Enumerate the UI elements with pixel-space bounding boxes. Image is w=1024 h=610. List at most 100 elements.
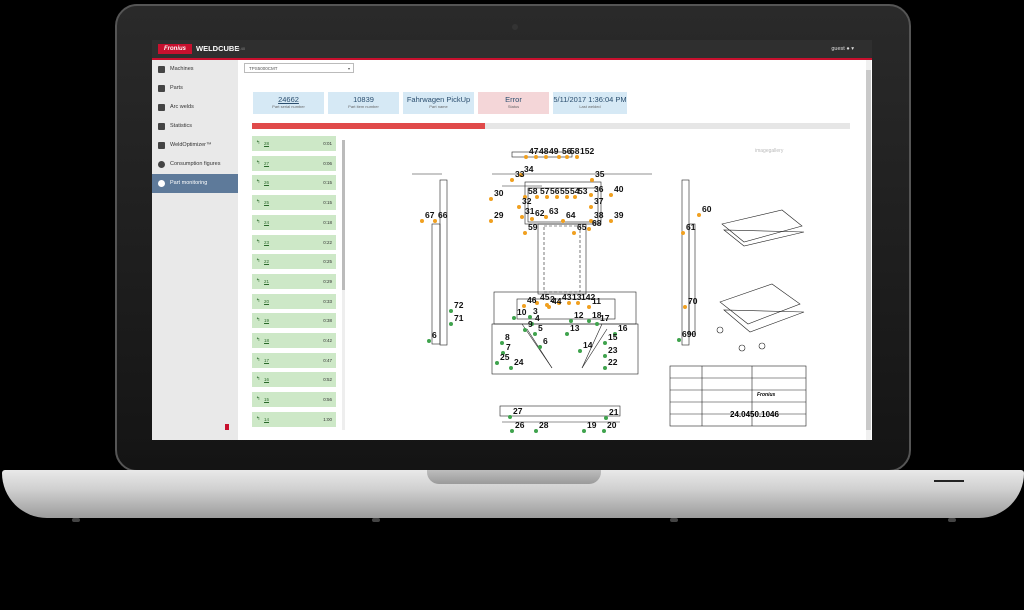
seam-row[interactable]: ↰ 27 0:06 [252,155,336,171]
part-serial-card[interactable]: 24662 Part serial number [253,92,324,114]
seam-id-link[interactable]: 28 [264,141,269,146]
weld-marker[interactable] [603,354,607,358]
weld-label[interactable]: 690 [682,329,696,339]
seam-id-link[interactable]: 22 [264,259,269,264]
weld-label[interactable]: 24 [514,357,524,367]
weld-label[interactable]: 47 [529,146,539,156]
weld-marker[interactable] [500,341,504,345]
weld-label[interactable]: 70 [688,296,698,306]
seam-id-link[interactable]: 26 [264,180,269,185]
seam-row[interactable]: ↰ 20 0:33 [252,293,336,309]
seam-id-link[interactable]: 17 [264,358,269,363]
scrollbar-thumb[interactable] [342,140,345,290]
weld-label[interactable]: 23 [608,345,618,355]
weld-label[interactable]: 22 [608,357,618,367]
weld-label[interactable]: 10 [517,307,527,317]
weld-label[interactable]: 64 [566,210,576,220]
seam-row[interactable]: ↰ 18 0:42 [252,333,336,348]
weld-marker[interactable] [517,205,521,209]
seam-id-link[interactable]: 14 [264,417,269,422]
weld-label[interactable]: 28 [539,420,549,430]
weld-label[interactable]: 63 [549,206,559,216]
weld-marker[interactable] [520,215,524,219]
weld-label[interactable]: 19 [587,420,597,430]
weld-label[interactable]: 27 [513,406,523,416]
seam-list-scrollbar[interactable] [342,140,345,430]
seam-row[interactable]: ↰ 15 0:56 [252,392,336,408]
weld-label[interactable]: 5 [538,323,543,333]
seam-row[interactable]: ↰ 14 1:00 [252,411,336,427]
weld-marker[interactable] [508,415,512,419]
weld-marker[interactable] [538,345,542,349]
weld-marker[interactable] [420,219,424,223]
machine-select[interactable]: TPS5000CMT ▾ [244,63,354,73]
weld-label[interactable]: 53 [578,186,588,196]
weld-marker[interactable] [449,322,453,326]
weld-marker[interactable] [609,193,613,197]
weld-label[interactable]: 60 [702,204,712,214]
weld-label[interactable]: 29 [494,210,504,220]
weld-label[interactable]: 66 [438,210,448,220]
weld-marker[interactable] [603,341,607,345]
sidebar-item-parts[interactable]: Parts [152,79,238,98]
weld-marker[interactable] [565,332,569,336]
sidebar-item-arc-welds[interactable]: Arc welds [152,98,238,117]
weld-label[interactable]: 17 [600,313,610,323]
page-scrollbar[interactable] [866,60,871,440]
seam-id-link[interactable]: 27 [264,161,269,166]
seam-id-link[interactable]: 24 [264,220,269,225]
weld-marker[interactable] [449,309,453,313]
weld-label[interactable]: 32 [522,196,532,206]
seam-row[interactable]: ↰ 21 0:29 [252,273,336,289]
seam-id-link[interactable]: 21 [264,279,269,284]
weld-label[interactable]: 46 [527,295,537,305]
weld-label[interactable]: 4 [535,313,540,323]
weld-marker[interactable] [544,215,548,219]
weld-marker[interactable] [427,339,431,343]
weld-marker[interactable] [609,219,613,223]
weld-marker[interactable] [509,366,513,370]
seam-id-link[interactable]: 18 [264,338,269,343]
seam-row[interactable]: ↰ 19 0:38 [252,313,336,329]
weld-marker[interactable] [590,178,594,182]
collapse-sidebar-icon[interactable] [225,424,229,430]
weld-label[interactable]: 48 [539,146,549,156]
weld-label[interactable]: 15 [608,332,618,342]
weld-marker[interactable] [681,231,685,235]
weld-label[interactable]: 13 [570,323,580,333]
weld-marker[interactable] [523,328,527,332]
weld-label[interactable]: 21 [609,407,619,417]
weld-marker[interactable] [587,319,591,323]
sidebar-item-weldoptimizer[interactable]: WeldOptimizer™ [152,136,238,155]
sidebar-item-machines[interactable]: Machines [152,60,238,79]
weld-marker[interactable] [489,197,493,201]
weld-label[interactable]: 71 [454,313,464,323]
weld-label[interactable]: 7 [506,342,511,352]
weld-marker[interactable] [587,227,591,231]
weld-marker[interactable] [602,429,606,433]
weld-marker[interactable] [510,429,514,433]
weld-marker[interactable] [572,231,576,235]
weld-label[interactable]: 43 [562,292,572,302]
weld-label[interactable]: 9 [528,319,533,329]
weld-label[interactable]: 40 [614,184,624,194]
weld-marker[interactable] [578,349,582,353]
seam-id-link[interactable]: 20 [264,299,269,304]
scrollbar-thumb[interactable] [866,70,871,430]
weld-label[interactable]: 72 [454,300,464,310]
weld-marker[interactable] [587,305,591,309]
weld-label[interactable]: 65 [577,222,587,232]
weld-marker[interactable] [697,213,701,217]
weld-label[interactable]: 39 [614,210,624,220]
weld-marker[interactable] [510,178,514,182]
weld-label[interactable]: 55 [560,186,570,196]
seam-row[interactable]: ↰ 23 0:22 [252,234,336,250]
weld-label[interactable]: 37 [594,196,604,206]
seam-row[interactable]: ↰ 16 0:52 [252,372,336,388]
seam-id-link[interactable]: 15 [264,397,269,402]
weld-label[interactable]: 12 [574,310,584,320]
weld-marker[interactable] [603,366,607,370]
weld-label[interactable]: 11 [592,296,601,306]
weld-marker[interactable] [524,155,528,159]
sidebar-item-part-monitoring[interactable]: Part monitoring [152,174,238,193]
